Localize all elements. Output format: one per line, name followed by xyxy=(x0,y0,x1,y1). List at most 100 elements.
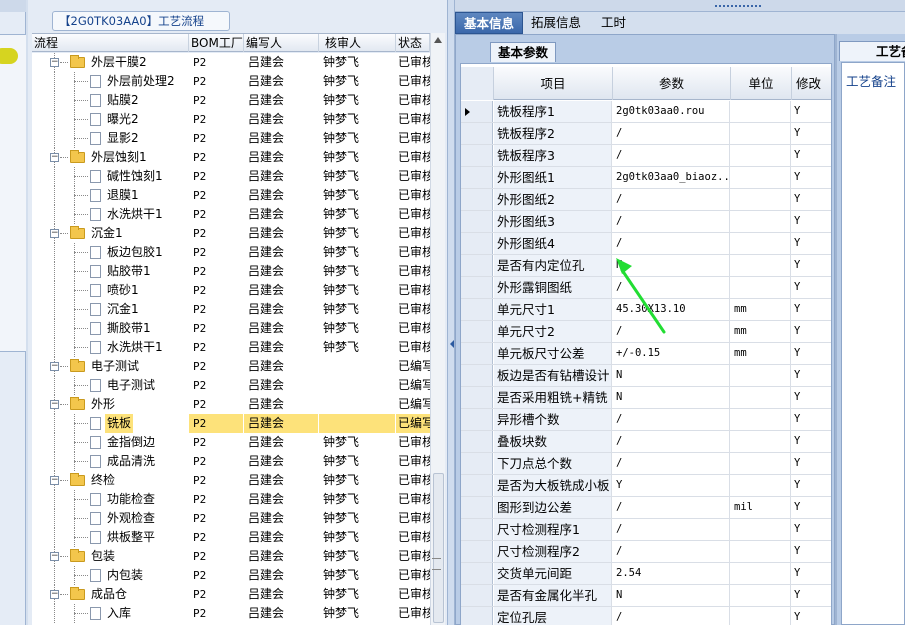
param-modify-cell[interactable]: Y xyxy=(792,167,831,188)
param-row[interactable]: 叠板块数 / Y xyxy=(461,431,831,453)
tree-node[interactable]: 撕胶带1 xyxy=(32,319,188,338)
param-unit-cell[interactable]: mm xyxy=(731,321,791,342)
col-status[interactable]: 状态 xyxy=(396,34,430,52)
param-value-cell[interactable]: / xyxy=(613,497,730,518)
param-row[interactable]: 图形到边公差 / mil Y xyxy=(461,497,831,519)
tree-node[interactable]: 喷砂1 xyxy=(32,281,188,300)
tree-node[interactable]: 内包装 xyxy=(32,566,188,585)
tree-row[interactable]: 外观检查 P2 吕建会 钟梦飞 已审核 xyxy=(32,509,430,528)
param-modify-cell[interactable]: Y xyxy=(792,497,831,518)
tree-node[interactable]: 贴膜2 xyxy=(32,91,188,110)
param-row[interactable]: 外形图纸4/ Y xyxy=(461,233,831,255)
tree-node[interactable]: 铣板 xyxy=(32,414,188,433)
param-value-cell[interactable]: / xyxy=(613,189,730,210)
param-unit-cell[interactable] xyxy=(731,167,791,188)
scroll-up-icon[interactable] xyxy=(434,37,442,43)
param-unit-cell[interactable] xyxy=(731,387,791,408)
param-value-cell[interactable]: 45.30X13.10 xyxy=(613,299,730,320)
col-item[interactable]: 项目 xyxy=(494,67,613,100)
param-row[interactable]: 铣板程序3/ Y xyxy=(461,145,831,167)
param-value-cell[interactable]: / xyxy=(613,453,730,474)
tree-node[interactable]: 水洗烘干1 xyxy=(32,338,188,357)
param-unit-cell[interactable] xyxy=(731,211,791,232)
tree-row[interactable]: − 电子测试 P2 吕建会 已编写 xyxy=(32,357,430,376)
param-row[interactable]: 是否采用粗铣+精铣 N Y xyxy=(461,387,831,409)
collapse-toggle-icon[interactable]: − xyxy=(50,400,59,409)
param-modify-cell[interactable]: Y xyxy=(792,387,831,408)
tree-row[interactable]: 铣板 P2 吕建会 已编写 xyxy=(32,414,430,433)
param-modify-cell[interactable]: Y xyxy=(792,101,831,122)
tree-row[interactable]: 退膜1 P2 吕建会 钟梦飞 已审核 xyxy=(32,186,430,205)
row-indicator[interactable] xyxy=(461,519,493,540)
tree-row[interactable]: 碱性蚀刻1 P2 吕建会 钟梦飞 已审核 xyxy=(32,167,430,186)
param-row[interactable]: 外形图纸2/ Y xyxy=(461,189,831,211)
collapse-toggle-icon[interactable]: − xyxy=(50,362,59,371)
row-indicator[interactable] xyxy=(461,497,493,518)
param-unit-cell[interactable] xyxy=(731,277,791,298)
param-value-cell[interactable]: / xyxy=(613,321,730,342)
collapse-toggle-icon[interactable]: − xyxy=(50,590,59,599)
tree-node[interactable]: 外层前处理2 xyxy=(32,72,188,91)
param-modify-cell[interactable]: Y xyxy=(792,541,831,562)
row-indicator[interactable] xyxy=(461,387,493,408)
param-modify-cell[interactable]: Y xyxy=(792,233,831,254)
tree-node[interactable]: − 包装 xyxy=(32,547,188,566)
tree-node[interactable]: 入库 xyxy=(32,604,188,623)
tree-row[interactable]: − 包装 P2 吕建会 钟梦飞 已审核 xyxy=(32,547,430,566)
param-unit-cell[interactable]: mm xyxy=(731,343,791,364)
param-value-cell[interactable]: N xyxy=(613,387,730,408)
collapse-toggle-icon[interactable]: − xyxy=(50,552,59,561)
param-modify-cell[interactable]: Y xyxy=(792,343,831,364)
param-row[interactable]: 外形图纸3/ Y xyxy=(461,211,831,233)
param-row[interactable]: 是否有内定位孔 N Y xyxy=(461,255,831,277)
row-indicator[interactable] xyxy=(461,365,493,386)
col-unit[interactable]: 单位 xyxy=(731,67,792,100)
tree-node[interactable]: − 外层干膜2 xyxy=(32,53,188,72)
param-unit-cell[interactable] xyxy=(731,365,791,386)
param-value-cell[interactable]: / xyxy=(613,233,730,254)
row-indicator[interactable] xyxy=(461,211,493,232)
param-value-cell[interactable]: 2.54 xyxy=(613,563,730,584)
tree-row[interactable]: 金指倒边 P2 吕建会 钟梦飞 已审核 xyxy=(32,433,430,452)
scroll-thumb[interactable] xyxy=(433,473,444,623)
col-process[interactable]: 流程 xyxy=(32,34,189,52)
param-modify-cell[interactable]: Y xyxy=(792,431,831,452)
row-indicator[interactable] xyxy=(461,343,493,364)
row-indicator[interactable] xyxy=(461,255,493,276)
param-modify-cell[interactable]: Y xyxy=(792,123,831,144)
tree-node[interactable]: 外观检查 xyxy=(32,509,188,528)
tree-row[interactable]: − 成品仓 P2 吕建会 钟梦飞 已审核 xyxy=(32,585,430,604)
tree-row[interactable]: 成品清洗 P2 吕建会 钟梦飞 已审核 xyxy=(32,452,430,471)
param-value-cell[interactable]: / xyxy=(613,211,730,232)
tree-row[interactable]: 喷砂1 P2 吕建会 钟梦飞 已审核 xyxy=(32,281,430,300)
param-row[interactable]: 交货单元间距 2.54 Y xyxy=(461,563,831,585)
param-value-cell[interactable]: / xyxy=(613,431,730,452)
param-row[interactable]: 下刀点总个数 / Y xyxy=(461,453,831,475)
param-value-cell[interactable]: N xyxy=(613,585,730,606)
param-value-cell[interactable]: N xyxy=(613,255,730,276)
memo-area[interactable]: 工艺备注 xyxy=(841,62,905,625)
param-modify-cell[interactable]: Y xyxy=(792,453,831,474)
tree-node[interactable]: − 外层蚀刻1 xyxy=(32,148,188,167)
param-row[interactable]: 外形图纸1 2g0tk03aa0_biaoz... Y xyxy=(461,167,831,189)
tree-row[interactable]: 贴膜2 P2 吕建会 钟梦飞 已审核 xyxy=(32,91,430,110)
param-value-cell[interactable]: +/-0.15 xyxy=(613,343,730,364)
tree-node[interactable]: 贴胶带1 xyxy=(32,262,188,281)
row-indicator[interactable] xyxy=(461,189,493,210)
tree-scrollbar[interactable] xyxy=(430,33,445,625)
tree-node[interactable]: − 沉金1 xyxy=(32,224,188,243)
param-row[interactable]: 单元尺寸2/mm Y xyxy=(461,321,831,343)
param-value-cell[interactable]: / xyxy=(613,277,730,298)
row-indicator[interactable] xyxy=(461,541,493,562)
param-unit-cell[interactable] xyxy=(731,607,791,625)
tree-row[interactable]: 撕胶带1 P2 吕建会 钟梦飞 已审核 xyxy=(32,319,430,338)
param-unit-cell[interactable] xyxy=(731,233,791,254)
tree-node[interactable]: 显影2 xyxy=(32,129,188,148)
param-unit-cell[interactable] xyxy=(731,453,791,474)
param-unit-cell[interactable]: mil xyxy=(731,497,791,518)
param-value-cell[interactable]: / xyxy=(613,123,730,144)
tree-node[interactable]: 板边包胶1 xyxy=(32,243,188,262)
tree-node[interactable]: 功能检查 xyxy=(32,490,188,509)
collapse-toggle-icon[interactable]: − xyxy=(50,229,59,238)
param-unit-cell[interactable] xyxy=(731,519,791,540)
